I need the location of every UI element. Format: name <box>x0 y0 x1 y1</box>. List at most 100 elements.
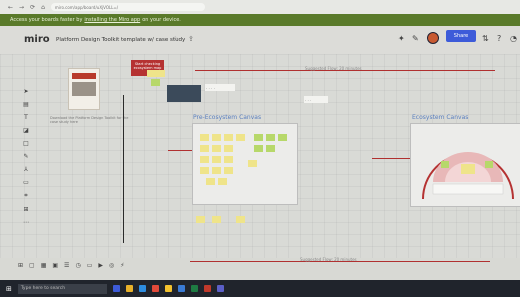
frame-label-pre-ecosystem[interactable]: Pre-Ecosystem Canvas <box>193 114 261 121</box>
shape-icon[interactable]: □ <box>23 140 29 147</box>
back-icon[interactable]: ← <box>8 4 13 11</box>
sticky-note[interactable] <box>151 79 160 86</box>
screen-icon[interactable]: ▭ <box>87 262 93 269</box>
sticky-note[interactable] <box>212 134 221 141</box>
sticky-note[interactable] <box>212 216 221 223</box>
task-view-icon[interactable] <box>112 285 120 292</box>
home-icon[interactable]: ⌂ <box>41 4 45 11</box>
cards-icon[interactable]: ▣ <box>52 262 58 269</box>
frame-icon[interactable]: ⌗ <box>24 192 27 200</box>
connector-icon[interactable]: ⅄ <box>24 166 28 173</box>
sticky-note[interactable] <box>461 164 475 174</box>
reload-icon[interactable]: ⟳ <box>30 4 35 11</box>
connector-line <box>168 150 192 151</box>
sticky-note[interactable] <box>254 145 263 152</box>
timer-icon[interactable]: ◷ <box>75 262 80 269</box>
lightning-icon[interactable]: ⚡ <box>120 262 124 269</box>
legend-row <box>432 183 504 195</box>
avatar[interactable] <box>427 32 439 44</box>
sticky-note-icon[interactable]: ◪ <box>23 127 29 134</box>
ecosystem-diagram <box>422 152 514 200</box>
address-bar[interactable]: miro.com/app/board/uXjVOLL=/ <box>50 3 205 11</box>
banner-suffix: on your device. <box>142 17 181 23</box>
sticky-note[interactable] <box>254 134 263 141</box>
sticky-note[interactable] <box>248 160 257 167</box>
star-icon[interactable]: ☆ <box>172 35 178 43</box>
sticky-note[interactable] <box>147 70 156 77</box>
chrome-icon[interactable] <box>151 285 159 292</box>
settings-sliders-icon[interactable]: ⇅ <box>482 34 489 43</box>
browser-toolbar: ← → ⟳ ⌂ miro.com/app/board/uXjVOLL=/ <box>0 0 520 14</box>
help-icon[interactable]: ? <box>497 34 501 43</box>
miro-app-icon[interactable] <box>164 285 172 292</box>
more-icon[interactable]: ⋯ <box>23 219 29 226</box>
template-icon[interactable]: ▤ <box>23 101 29 108</box>
sticky-note[interactable] <box>236 216 245 223</box>
select-icon[interactable]: ➤ <box>23 88 28 95</box>
sticky-note[interactable] <box>206 178 215 185</box>
magic-icon[interactable]: ✎ <box>412 34 419 43</box>
sticky-note[interactable] <box>212 156 221 163</box>
sticky-note[interactable] <box>266 134 275 141</box>
reactions-icon[interactable]: ✦ <box>398 34 405 43</box>
sticky-note[interactable] <box>224 145 233 152</box>
video-icon[interactable]: ▶ <box>98 262 103 269</box>
text-icon[interactable]: T <box>24 114 28 121</box>
share-label: Share <box>453 33 469 39</box>
text-note[interactable]: . . . . <box>205 84 235 91</box>
book-cover-band <box>72 73 96 79</box>
board-header: miro Platform Design Toolkit template w/… <box>0 26 520 54</box>
board-title[interactable]: Platform Design Toolkit template w/ case… <box>56 37 185 43</box>
sticky-note[interactable] <box>200 134 209 141</box>
sticky-note[interactable] <box>200 167 209 174</box>
sticky-note[interactable] <box>224 167 233 174</box>
frame-label-ecosystem[interactable]: Ecosystem Canvas <box>412 114 468 121</box>
ecosystem-frame[interactable] <box>410 123 520 207</box>
book-cover-photo <box>72 82 96 96</box>
teams-icon[interactable] <box>216 285 224 292</box>
sticky-note[interactable] <box>212 167 221 174</box>
list-icon[interactable]: ☰ <box>64 262 69 269</box>
install-banner: Access your boards faster by installing … <box>0 14 520 26</box>
windows-start-icon[interactable]: ⊞ <box>6 285 12 293</box>
windows-taskbar: ⊞ Type here to search <box>0 280 520 297</box>
install-app-link[interactable]: installing the Miro app <box>84 17 140 23</box>
chat-icon[interactable]: ▢ <box>29 262 35 269</box>
text-note[interactable]: . . . <box>304 96 328 103</box>
sticky-note[interactable] <box>224 134 233 141</box>
toolkit-book-image[interactable] <box>68 68 100 110</box>
powerpoint-icon[interactable] <box>203 285 211 292</box>
sticky-note[interactable] <box>278 134 287 141</box>
pen-icon[interactable]: ✎ <box>23 153 28 160</box>
sticky-note[interactable] <box>236 134 245 141</box>
taskbar-search[interactable]: Type here to search <box>17 283 107 294</box>
sticky-note[interactable] <box>212 145 221 152</box>
suggested-flow-bottom: Suggested Flow: 20 minutes <box>300 257 357 262</box>
grid-icon[interactable]: ⊞ <box>18 262 23 269</box>
excel-icon[interactable] <box>190 285 198 292</box>
sticky-note[interactable] <box>200 156 209 163</box>
sticky-note[interactable] <box>196 216 205 223</box>
edge-icon[interactable] <box>138 285 146 292</box>
screenshot-image[interactable] <box>167 85 201 102</box>
upload-icon[interactable]: ⊞ <box>23 206 28 213</box>
sticky-note[interactable] <box>218 178 227 185</box>
board-icon[interactable]: ▦ <box>41 262 47 269</box>
notifications-icon[interactable]: ◔ <box>510 34 517 43</box>
sticky-note[interactable] <box>266 145 275 152</box>
sticky-note[interactable] <box>441 161 449 168</box>
suggested-flow-top: Suggested Flow: 20 minutes <box>305 66 362 71</box>
sticky-note[interactable] <box>156 70 165 77</box>
vote-icon[interactable]: ◎ <box>109 262 114 269</box>
comment-icon[interactable]: ▭ <box>23 179 29 186</box>
miro-logo[interactable]: miro <box>24 34 50 45</box>
forward-icon[interactable]: → <box>19 4 24 11</box>
file-explorer-icon[interactable] <box>125 285 133 292</box>
export-icon[interactable]: ⇪ <box>188 35 194 43</box>
sticky-note[interactable] <box>224 156 233 163</box>
word-icon[interactable] <box>177 285 185 292</box>
banner-prefix: Access your boards faster by <box>10 17 83 23</box>
sticky-note[interactable] <box>200 145 209 152</box>
share-button[interactable]: Share <box>446 30 476 42</box>
sticky-note[interactable] <box>485 161 493 168</box>
